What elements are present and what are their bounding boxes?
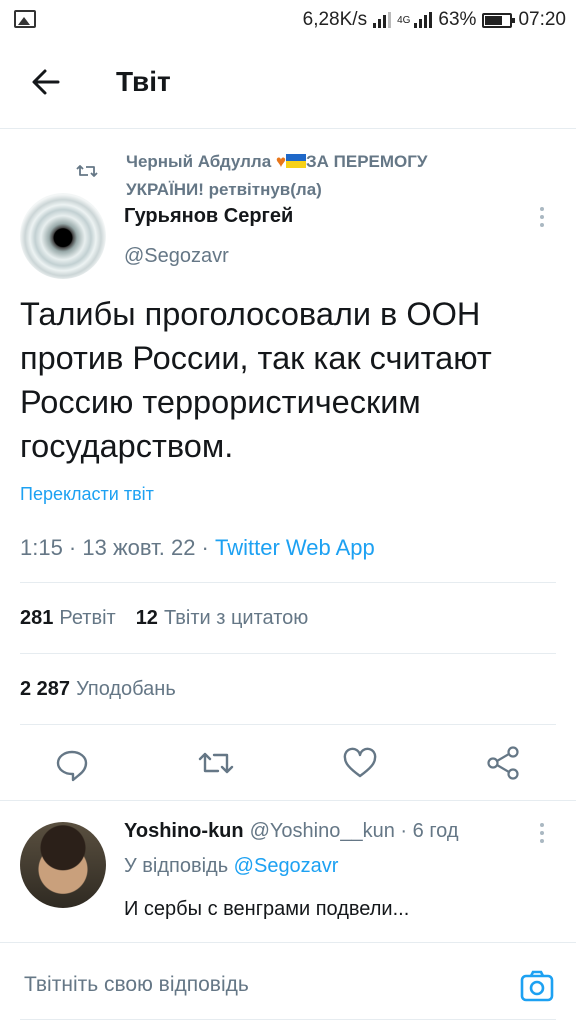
reply-header: Yoshino-kun @Yoshino__kun · 6 год — [124, 820, 459, 843]
reply-text: И сербы с венграми подвели... — [124, 898, 410, 920]
battery-icon — [482, 12, 516, 28]
arrow-left-icon — [32, 69, 60, 95]
reply-more-button[interactable] — [536, 823, 548, 849]
retweet-text[interactable]: Черный Абдулла ♥ ЗА ПЕРЕМОГУ УКРАЇНИ! рет… — [126, 148, 506, 204]
replying-prefix: У відповідь — [124, 855, 234, 877]
back-button[interactable] — [28, 64, 64, 100]
battery-percent: 63% — [438, 9, 477, 30]
clock: 07:20 — [518, 9, 566, 30]
app-header: Твіт — [0, 40, 576, 129]
tweet-timestamp: 1:15 · 13 жовт. 22 · — [20, 535, 215, 560]
retweets-stat[interactable]: 281 Ретвіт — [20, 607, 116, 629]
retweet-icon — [76, 165, 98, 177]
quotes-label: Твіти з цитатою — [163, 607, 309, 629]
divider — [20, 653, 556, 654]
network-speed: 6,28K/s — [302, 9, 368, 30]
likes-count: 2 287 — [20, 678, 71, 700]
retweets-count: 281 — [20, 607, 54, 629]
signal-icon — [373, 12, 392, 28]
author-name[interactable]: Гурьянов Сергей — [124, 205, 293, 228]
tweet-more-button[interactable] — [536, 207, 548, 233]
retweeter-name: Черный Абдулла — [126, 152, 272, 171]
page-title: Твіт — [116, 66, 171, 97]
retweets-label: Ретвіт — [59, 607, 116, 629]
camera-icon — [520, 970, 554, 1002]
quotes-count: 12 — [135, 607, 158, 629]
replying-to: У відповідь @Segozavr — [124, 855, 338, 878]
ukraine-flag-icon — [285, 154, 306, 168]
tweet-source-link[interactable]: Twitter Web App — [215, 535, 375, 560]
quotes-stat[interactable]: 12 Твіти з цитатою — [136, 607, 309, 629]
likes-label: Уподобань — [76, 678, 176, 700]
composer-underline — [20, 1019, 556, 1020]
reply-button[interactable] — [52, 740, 92, 786]
author-avatar[interactable] — [20, 193, 106, 279]
divider — [20, 724, 556, 725]
tweet-meta: 1:15 · 13 жовт. 22 · Twitter Web App — [20, 535, 375, 561]
like-button[interactable] — [340, 740, 380, 786]
more-vertical-icon — [536, 207, 548, 227]
share-button[interactable] — [484, 740, 524, 786]
share-icon — [487, 746, 519, 780]
translate-link[interactable]: Перекласти твіт — [20, 484, 154, 505]
reply-icon — [56, 750, 88, 782]
reply-author-name[interactable]: Yoshino-kun — [124, 820, 244, 842]
status-bar: 6,28K/s 4G 63% 07:20 — [0, 0, 576, 40]
orange-heart-icon: ♥ — [275, 152, 286, 171]
tweet-text: Талибы проголосовали в ООН против России… — [20, 296, 492, 464]
divider — [20, 582, 556, 583]
reply-handle-time: @Yoshino__kun · 6 год — [249, 820, 459, 842]
author-handle[interactable]: @Segozavr — [124, 245, 229, 268]
replying-mention[interactable]: @Segozavr — [234, 855, 339, 877]
reply-input[interactable]: Твітніть свою відповідь — [24, 973, 249, 997]
tweet-actions — [0, 740, 576, 790]
reply-avatar[interactable] — [20, 822, 106, 908]
reply-composer: Твітніть свою відповідь — [0, 942, 576, 1025]
retweet-icon — [198, 752, 234, 774]
likes-stat[interactable]: 2 287 Уподобань — [20, 678, 176, 701]
network-type: 4G — [397, 14, 411, 26]
image-notification-icon — [14, 10, 36, 28]
status-right: 6,28K/s 4G 63% 07:20 — [303, 9, 566, 31]
signal-icon-2 — [414, 12, 433, 28]
heart-icon — [343, 747, 377, 778]
more-vertical-icon — [536, 823, 548, 843]
retweet-button[interactable] — [196, 740, 236, 786]
camera-button[interactable] — [520, 970, 554, 1002]
divider — [0, 800, 576, 801]
retweet-stats: 281 Ретвіт 12 Твіти з цитатою — [20, 607, 308, 630]
